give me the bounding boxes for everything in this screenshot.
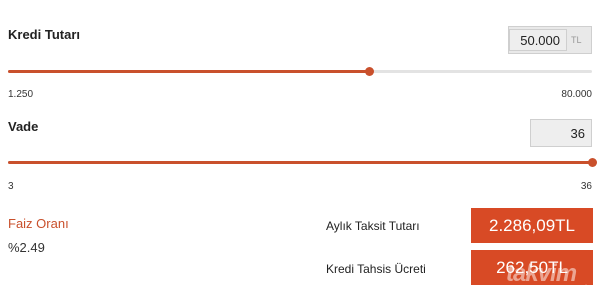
term-input[interactable] xyxy=(531,122,591,144)
term-slider-handle[interactable] xyxy=(588,158,597,167)
loan-amount-min: 1.250 xyxy=(8,89,34,100)
loan-amount-label: Kredi Tutarı xyxy=(8,27,80,42)
loan-amount-slider-handle[interactable] xyxy=(364,67,374,76)
interest-rate-label: Faiz Oranı xyxy=(8,216,69,231)
term-slider-fill xyxy=(8,161,592,164)
takvim-watermark-logo: takvim .com.tr xyxy=(506,258,598,294)
term-min: 3 xyxy=(8,181,14,192)
loan-amount-max: 80.000 xyxy=(561,89,592,100)
loan-amount-field: TL xyxy=(508,26,592,54)
interest-rate-value: %2.49 xyxy=(8,240,45,255)
term-field xyxy=(530,119,592,147)
watermark-text: takvim xyxy=(506,260,577,287)
monthly-installment-value: 2.286,09TL xyxy=(471,208,593,243)
allocation-fee-label: Kredi Tahsis Ücreti xyxy=(326,262,426,276)
watermark-suffix: .com.tr xyxy=(568,284,590,291)
term-slider[interactable] xyxy=(8,158,597,167)
monthly-installment-label: Aylık Taksit Tutarı xyxy=(326,219,420,233)
term-label: Vade xyxy=(8,119,39,134)
loan-amount-unit: TL xyxy=(571,35,582,45)
loan-amount-slider-fill xyxy=(8,70,369,73)
term-max: 36 xyxy=(580,181,592,192)
loan-amount-slider[interactable] xyxy=(8,67,592,76)
loan-amount-input[interactable] xyxy=(509,29,567,51)
